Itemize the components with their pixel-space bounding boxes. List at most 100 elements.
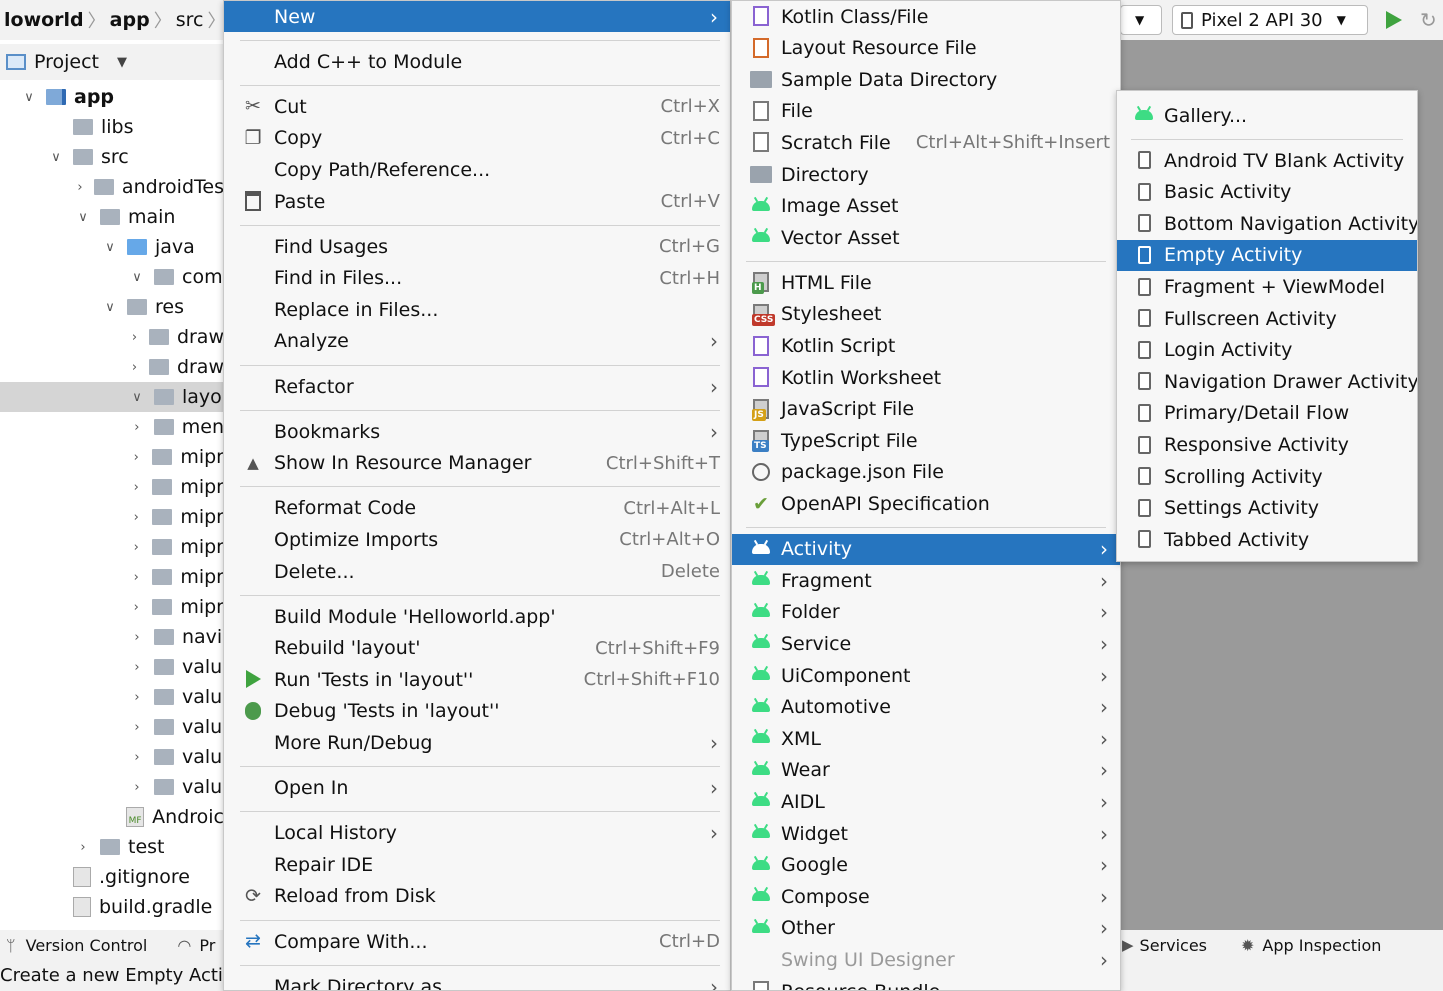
new-submenu-item-compose[interactable]: Compose › — [732, 881, 1120, 912]
chevron-right-icon[interactable]: › — [130, 630, 144, 645]
chevron-right-icon[interactable]: › — [130, 330, 139, 345]
new-submenu-item-image-asset[interactable]: Image Asset — [732, 191, 1120, 222]
new-submenu-item-fragment[interactable]: Fragment › — [732, 565, 1120, 596]
context-menu-item-find-in-files[interactable]: Find in Files... Ctrl+H — [224, 263, 730, 294]
new-submenu-item-wear[interactable]: Wear › — [732, 755, 1120, 786]
context-menu-item-debug-tests-in-layout[interactable]: Debug 'Tests in 'layout'' — [224, 696, 730, 727]
tree-item-valu[interactable]: › valu — [0, 772, 224, 802]
tree-item-mipr[interactable]: › mipr — [0, 562, 224, 592]
tree-item-src[interactable]: ∨ src — [0, 142, 224, 172]
breadcrumb-src[interactable]: src — [172, 9, 208, 31]
context-menu-item-repair-ide[interactable]: Repair IDE — [224, 849, 730, 880]
new-submenu-item-service[interactable]: Service › — [732, 628, 1120, 659]
chevron-right-icon[interactable]: › — [130, 360, 139, 375]
activity-submenu-item-bottom-navigation-activity[interactable]: Bottom Navigation Activity — [1117, 208, 1417, 239]
context-menu-item-new[interactable]: New › — [224, 1, 730, 32]
chevron-right-icon[interactable]: › — [130, 570, 142, 585]
activity-submenu-item-navigation-drawer-activity[interactable]: Navigation Drawer Activity — [1117, 366, 1417, 397]
tree-item-mipr[interactable]: › mipr — [0, 442, 224, 472]
new-submenu-item-javascript-file[interactable]: JS JavaScript File — [732, 394, 1120, 425]
context-menu-item-find-usages[interactable]: Find Usages Ctrl+G — [224, 231, 730, 262]
new-submenu-item-stylesheet[interactable]: CSS Stylesheet — [732, 299, 1120, 330]
chevron-right-icon[interactable]: › — [130, 510, 142, 525]
context-menu-item-bookmarks[interactable]: Bookmarks › — [224, 416, 730, 447]
context-menu-item-reformat-code[interactable]: Reformat Code Ctrl+Alt+L — [224, 493, 730, 524]
new-submenu-item-vector-asset[interactable]: Vector Asset — [732, 222, 1120, 253]
chevron-right-icon[interactable]: › — [130, 540, 142, 555]
activity-submenu-item-fullscreen-activity[interactable]: Fullscreen Activity — [1117, 303, 1417, 334]
tree-item-valu[interactable]: › valu — [0, 682, 224, 712]
context-menu-item-rebuild-layout[interactable]: Rebuild 'layout' Ctrl+Shift+F9 — [224, 633, 730, 664]
tree-item-navi[interactable]: › navi — [0, 622, 224, 652]
new-submenu-item-layout-resource-file[interactable]: Layout Resource File — [732, 33, 1120, 64]
activity-submenu-item-gallery[interactable]: Gallery... — [1117, 100, 1417, 131]
activity-submenu-item-android-tv-blank-activity[interactable]: Android TV Blank Activity — [1117, 145, 1417, 176]
tree-item-libs[interactable]: libs — [0, 112, 224, 142]
activity-submenu-item-basic-activity[interactable]: Basic Activity — [1117, 177, 1417, 208]
context-menu-item-paste[interactable]: Paste Ctrl+V — [224, 186, 730, 217]
chevron-right-icon[interactable]: › — [130, 780, 144, 795]
context-menu-item-copy-path-reference[interactable]: Copy Path/Reference... — [224, 154, 730, 185]
tree-item-main[interactable]: ∨ main — [0, 202, 224, 232]
tree-item-valu[interactable]: › valu — [0, 652, 224, 682]
device-selector[interactable]: Pixel 2 API 30 ▼ — [1172, 5, 1368, 35]
chevron-right-icon[interactable]: › — [130, 720, 144, 735]
context-menu-item-local-history[interactable]: Local History › — [224, 818, 730, 849]
chevron-down-icon[interactable]: ∨ — [103, 240, 117, 255]
tree-item-build-gradle[interactable]: build.gradle — [0, 892, 224, 922]
context-menu-item-refactor[interactable]: Refactor › — [224, 371, 730, 402]
activity-submenu-item-primary-detail-flow[interactable]: Primary/Detail Flow — [1117, 398, 1417, 429]
version-control-tab[interactable]: Version Control — [26, 936, 148, 955]
context-menu-item-copy[interactable]: ❐ Copy Ctrl+C — [224, 123, 730, 154]
chevron-down-icon[interactable]: ∨ — [103, 300, 117, 315]
app-inspection-tab[interactable]: App Inspection — [1262, 936, 1381, 955]
context-menu-item-show-in-resource-manager[interactable]: ▲ Show In Resource Manager Ctrl+Shift+T — [224, 448, 730, 479]
chevron-right-icon[interactable]: › — [130, 450, 142, 465]
context-menu-item-cut[interactable]: ✂ Cut Ctrl+X — [224, 91, 730, 122]
profiler-tab[interactable]: Pr — [199, 936, 215, 955]
new-submenu-item-file[interactable]: File — [732, 96, 1120, 127]
tree-item-men[interactable]: › men — [0, 412, 224, 442]
new-submenu-item-xml[interactable]: XML › — [732, 723, 1120, 754]
tree-item-androic[interactable]: MF Androic — [0, 802, 224, 832]
context-menu-item-optimize-imports[interactable]: Optimize Imports Ctrl+Alt+O — [224, 524, 730, 555]
activity-submenu-item-tabbed-activity[interactable]: Tabbed Activity — [1117, 524, 1417, 555]
activity-submenu-item-login-activity[interactable]: Login Activity — [1117, 335, 1417, 366]
context-menu-item-replace-in-files[interactable]: Replace in Files... — [224, 294, 730, 325]
chevron-down-icon[interactable]: ∨ — [130, 270, 144, 285]
context-menu-item-open-in[interactable]: Open In › — [224, 773, 730, 804]
tree-item-androidtes[interactable]: › androidTes — [0, 172, 224, 202]
tree-item-res[interactable]: ∨ res — [0, 292, 224, 322]
context-menu-item-mark-directory-as[interactable]: Mark Directory as › — [224, 971, 730, 990]
activity-submenu-item-responsive-activity[interactable]: Responsive Activity — [1117, 430, 1417, 461]
chevron-down-icon[interactable]: ∨ — [76, 210, 90, 225]
activity-submenu-item-empty-activity[interactable]: Empty Activity — [1117, 239, 1417, 271]
breadcrumb-module[interactable]: app — [106, 9, 154, 31]
new-submenu-item-resource-bundle[interactable]: Resource Bundle — [732, 976, 1120, 990]
new-submenu-item-activity[interactable]: Activity › — [732, 533, 1120, 565]
tree-item-mipr[interactable]: › mipr — [0, 532, 224, 562]
apply-changes-icon[interactable]: ↻ — [1420, 8, 1437, 32]
context-menu-item-analyze[interactable]: Analyze › — [224, 326, 730, 357]
chevron-right-icon[interactable]: › — [130, 600, 142, 615]
new-submenu-item-aidl[interactable]: AIDL › — [732, 786, 1120, 817]
new-submenu-item-uicomponent[interactable]: UiComponent › — [732, 660, 1120, 691]
tree-item-mipr[interactable]: › mipr — [0, 592, 224, 622]
chevron-down-icon[interactable]: ∨ — [22, 90, 36, 105]
tree-item-app[interactable]: ∨ app — [0, 82, 224, 112]
tree-item-layo[interactable]: ∨ layo — [0, 382, 224, 412]
context-menu-item-more-run-debug[interactable]: More Run/Debug › — [224, 728, 730, 759]
new-submenu-item-typescript-file[interactable]: TS TypeScript File — [732, 425, 1120, 456]
config-selector[interactable]: ▼ — [1120, 5, 1162, 35]
context-menu-item-add-c-to-module[interactable]: Add C++ to Module — [224, 46, 730, 77]
chevron-right-icon[interactable]: › — [130, 660, 144, 675]
new-submenu-item-sample-data-directory[interactable]: Sample Data Directory — [732, 64, 1120, 95]
activity-submenu-item-fragment-viewmodel[interactable]: Fragment + ViewModel — [1117, 272, 1417, 303]
context-menu-item-run-tests-in-layout[interactable]: Run 'Tests in 'layout'' Ctrl+Shift+F10 — [224, 664, 730, 695]
chevron-right-icon[interactable]: › — [76, 180, 84, 195]
chevron-right-icon[interactable]: › — [76, 840, 90, 855]
tree-item-mipr[interactable]: › mipr — [0, 502, 224, 532]
tree-item-draw[interactable]: › draw — [0, 352, 224, 382]
services-tab[interactable]: Services — [1140, 936, 1207, 955]
tree-item-valu[interactable]: › valu — [0, 712, 224, 742]
